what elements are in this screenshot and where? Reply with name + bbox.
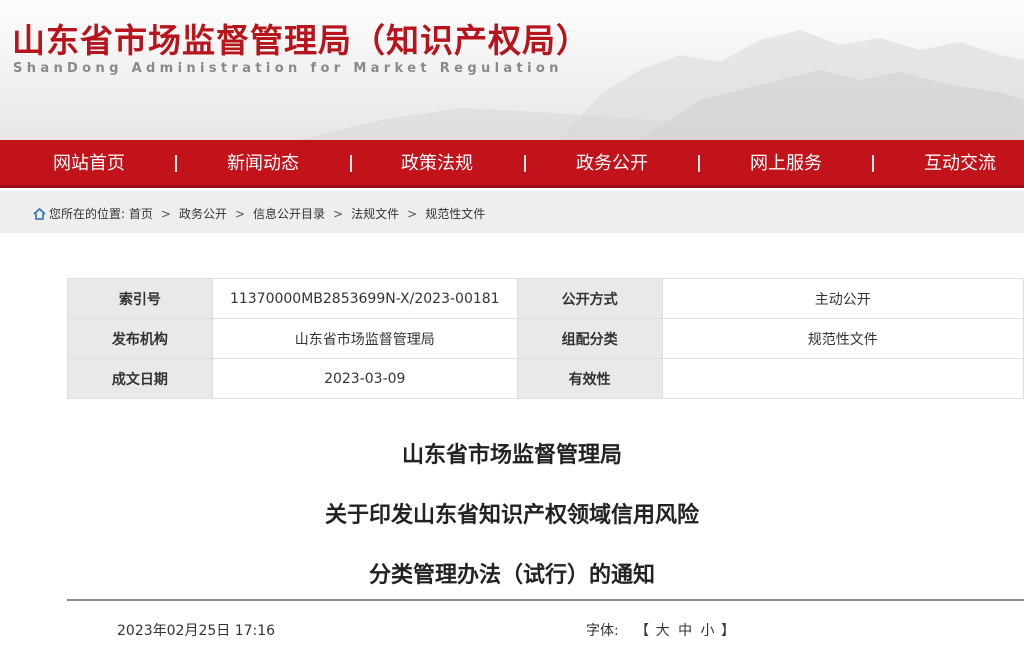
main-nav: 网站首页 新闻动态 政策法规 政务公开 网上服务 互动交流 <box>0 140 1024 188</box>
breadcrumb-separator: > <box>407 207 418 221</box>
font-size-open-bracket: 【 <box>635 623 650 639</box>
font-size-label: 字体: <box>586 623 619 639</box>
meta-key-disclosure-method: 公开方式 <box>516 278 663 319</box>
meta-key-issuer: 发布机构 <box>67 318 213 359</box>
font-size-close-bracket: 】 <box>720 623 735 639</box>
font-size-small-button[interactable]: 小 <box>701 623 715 639</box>
meta-row: 成文日期 2023-03-09 有效性 <box>67 358 1024 399</box>
breadcrumb-home[interactable]: 首页 <box>129 207 153 221</box>
meta-key-category: 组配分类 <box>516 318 663 359</box>
meta-row: 发布机构 山东省市场监督管理局 组配分类 规范性文件 <box>67 318 1024 359</box>
site-title: 山东省市场监督管理局（知识产权局） <box>12 21 590 60</box>
meta-key-validity: 有效性 <box>516 358 663 399</box>
nav-item-interaction[interactable]: 互动交流 <box>924 140 996 188</box>
nav-separator <box>698 155 700 172</box>
title-divider <box>67 599 1024 601</box>
document-title-line-2: 关于印发山东省知识产权领域信用风险 <box>324 503 699 528</box>
meta-value-validity <box>661 358 1024 399</box>
meta-value-issuer: 山东省市场监督管理局 <box>211 318 518 359</box>
breadcrumb-bar: 您所在的位置: 首页 > 政务公开 > 信息公开目录 > 法规文件 > 规范性文件 <box>0 191 1024 233</box>
nav-item-news[interactable]: 新闻动态 <box>227 140 299 188</box>
breadcrumb-regulations[interactable]: 法规文件 <box>351 207 399 221</box>
nav-separator <box>175 155 177 172</box>
breadcrumb-prefix: 您所在的位置: <box>49 207 126 221</box>
publish-time: 2023年02月25日 17:16 <box>117 623 276 639</box>
meta-value-category: 规范性文件 <box>661 318 1024 359</box>
breadcrumb-gov-affairs[interactable]: 政务公开 <box>179 207 227 221</box>
nav-item-gov-affairs[interactable]: 政务公开 <box>576 140 648 188</box>
meta-row: 索引号 11370000MB2853699N-X/2023-00181 公开方式… <box>67 278 1024 319</box>
breadcrumb: 您所在的位置: 首页 > 政务公开 > 信息公开目录 > 法规文件 > 规范性文件 <box>33 205 485 223</box>
breadcrumb-normative-docs[interactable]: 规范性文件 <box>425 207 485 221</box>
breadcrumb-separator: > <box>234 207 246 221</box>
breadcrumb-info-catalog[interactable]: 信息公开目录 <box>253 207 325 221</box>
nav-separator <box>524 155 526 172</box>
site-subtitle: ShanDong Administration for Market Regul… <box>13 61 563 76</box>
nav-item-home[interactable]: 网站首页 <box>53 140 125 188</box>
nav-separator <box>872 155 874 172</box>
meta-value-disclosure-method: 主动公开 <box>661 278 1024 319</box>
font-size-medium-button[interactable]: 中 <box>678 623 692 639</box>
meta-key-date: 成文日期 <box>67 358 213 399</box>
font-size-large-button[interactable]: 大 <box>656 623 670 639</box>
breadcrumb-separator: > <box>333 207 344 221</box>
document-meta-table: 索引号 11370000MB2853699N-X/2023-00181 公开方式… <box>67 278 1024 399</box>
meta-key-index-no: 索引号 <box>67 278 213 319</box>
home-icon <box>33 207 46 223</box>
breadcrumb-separator: > <box>160 207 171 221</box>
meta-value-date: 2023-03-09 <box>211 358 518 399</box>
site-header: 山东省市场监督管理局（知识产权局） ShanDong Administratio… <box>0 0 1024 140</box>
font-size-switcher: 字体: 【 大 中 小 】 <box>586 620 735 640</box>
nav-item-online-service[interactable]: 网上服务 <box>750 140 822 188</box>
document-title-line-1: 山东省市场监督管理局 <box>401 443 622 468</box>
document-title-line-3: 分类管理办法（试行）的通知 <box>368 563 655 588</box>
meta-value-index-no: 11370000MB2853699N-X/2023-00181 <box>211 278 518 319</box>
nav-item-policy[interactable]: 政策法规 <box>401 140 473 188</box>
nav-separator <box>350 155 352 172</box>
